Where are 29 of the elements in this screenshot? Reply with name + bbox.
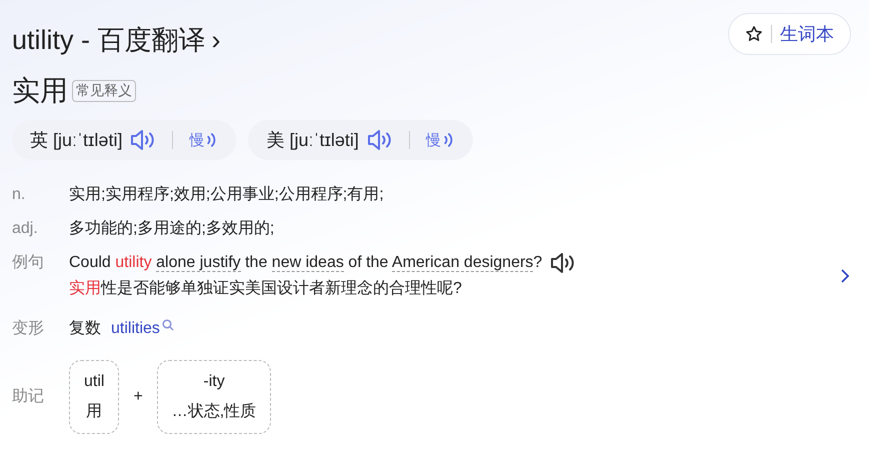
definition-text: 实用;实用程序;效用;公用事业;公用程序;有用; xyxy=(69,184,385,205)
inflection-type: 复数 xyxy=(69,319,101,339)
root-meaning: 用 xyxy=(85,402,104,422)
star-icon[interactable] xyxy=(745,25,763,43)
part-of-speech: adj. xyxy=(12,219,39,239)
mnemonic-label: 助记 xyxy=(12,386,45,407)
search-icon[interactable] xyxy=(162,319,174,331)
pronunciation-text: 英 [juːˈtɪləti] xyxy=(30,129,122,152)
part-of-speech: n. xyxy=(12,185,26,205)
speaker-icon[interactable] xyxy=(550,252,576,274)
common-meaning-tag: 常见释义 xyxy=(72,80,136,102)
definition-text: 多功能的;多用途的;多效用的; xyxy=(69,218,276,239)
chevron-icon[interactable] xyxy=(839,268,851,284)
example-translation: 实用性是否能够单独证实美国设计者新理念的合理性呢? xyxy=(69,278,463,299)
wordbook-button[interactable]: 生词本 xyxy=(728,13,851,55)
slow-play-button[interactable]: 慢 xyxy=(189,130,218,150)
inflection-link[interactable]: utilities xyxy=(111,316,160,342)
chevron-icon[interactable]: › xyxy=(212,24,221,56)
headword: 实用 xyxy=(12,74,68,108)
page-title[interactable]: utility - 百度翻译 xyxy=(12,22,206,58)
word-root: -ity xyxy=(202,372,226,392)
example-label: 例句 xyxy=(12,253,45,273)
pronunciation-text: 美 [juːˈtɪləti] xyxy=(266,129,359,152)
word-root: util xyxy=(84,372,104,392)
example-sentence: Could utility alone justify the new ideas of the American designers? xyxy=(69,253,542,274)
inflection-label: 变形 xyxy=(12,318,45,339)
plus-sign: + xyxy=(133,387,143,407)
root-meaning: …状态,性质 xyxy=(172,402,256,422)
slow-play-button[interactable]: 慢 xyxy=(426,130,455,150)
